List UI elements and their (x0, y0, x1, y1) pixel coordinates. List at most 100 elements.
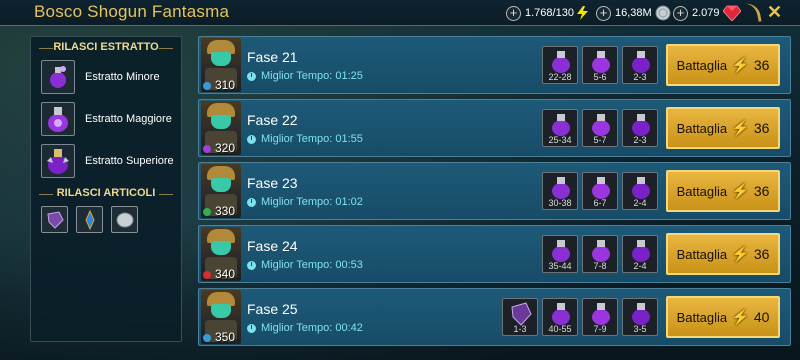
drop-range: 7-9 (593, 324, 607, 334)
silver-value: 16,38M (615, 7, 652, 19)
battle-label: Battaglia (676, 183, 728, 199)
best-time-value: 01:25 (335, 70, 363, 82)
stage-row[interactable]: 320 Fase 22 Miglior Tempo: 01:55 25-34 5-7 2-… (198, 99, 791, 157)
boss-level: 350 (215, 330, 236, 344)
drop-range: 25-34 (548, 135, 572, 145)
battle-button[interactable]: Battaglia ⚡ 36 (666, 107, 780, 149)
extract-label: Estratto Minore (85, 71, 160, 83)
drop-slot[interactable]: 25-34 (542, 109, 578, 147)
best-time: Miglior Tempo: 01:02 (247, 196, 363, 208)
battle-label: Battaglia (676, 120, 728, 136)
gem-value: 2.079 (692, 7, 720, 19)
stage-name: Fase 21 (247, 49, 298, 65)
stage-row[interactable]: 330 Fase 23 Miglior Tempo: 01:02 30-38 6-7 2-… (198, 162, 791, 220)
boss-level: 310 (215, 78, 236, 92)
best-time-value: 00:42 (335, 322, 363, 334)
silver-coin-icon (655, 5, 671, 21)
drop-range: 5-7 (593, 135, 607, 145)
energy-cost: 40 (753, 309, 770, 325)
stage-row[interactable]: 310 Fase 21 Miglior Tempo: 01:25 22-28 5-6 2-… (198, 36, 791, 94)
drop-slot[interactable]: 5-7 (582, 109, 618, 147)
drop-slot[interactable]: 35-44 (542, 235, 578, 273)
drop-range: 30-38 (548, 198, 572, 208)
silver-counter: + 16,38M (596, 3, 671, 23)
battle-button[interactable]: Battaglia ⚡ 40 (666, 296, 780, 338)
add-silver-button[interactable]: + (596, 5, 611, 21)
drop-slot[interactable]: 22-28 (542, 46, 578, 84)
affinity-icon (203, 271, 211, 279)
best-time-label: Miglior Tempo: (261, 133, 333, 145)
drop-slot[interactable]: 2-4 (622, 172, 658, 210)
drop-slot[interactable]: 5-6 (582, 46, 618, 84)
energy-value: 1.768/130 (525, 7, 574, 19)
energy-bolt-icon: ⚡ (731, 57, 750, 74)
extract-label: Estratto Superiore (85, 155, 174, 167)
extract-superior-row[interactable]: Estratto Superiore (41, 143, 181, 179)
drop-range: 5-6 (593, 72, 607, 82)
battle-button[interactable]: Battaglia ⚡ 36 (666, 44, 780, 86)
slot-frame (41, 60, 75, 94)
energy-cost: 36 (753, 120, 770, 136)
close-icon[interactable]: ✕ (767, 2, 782, 23)
drop-range: 7-8 (593, 261, 607, 271)
battle-label: Battaglia (676, 246, 728, 262)
energy-cost: 36 (753, 246, 770, 262)
silver-coin-icon[interactable] (111, 206, 138, 233)
potion-superior-icon (47, 149, 69, 174)
drop-range: 2-3 (633, 72, 647, 82)
drop-slot[interactable]: 30-38 (542, 172, 578, 210)
ring-artifact-icon[interactable] (76, 206, 103, 233)
drop-range: 22-28 (548, 72, 572, 82)
energy-cost: 36 (753, 57, 770, 73)
drop-range: 6-7 (593, 198, 607, 208)
drop-slot[interactable]: 7-8 (582, 235, 618, 273)
best-time-label: Miglior Tempo: (261, 322, 333, 334)
drop-slot[interactable]: 40-55 (542, 298, 578, 336)
drop-slot[interactable]: 6-7 (582, 172, 618, 210)
battle-label: Battaglia (676, 57, 728, 73)
energy-bolt-icon (576, 6, 588, 20)
drop-slot[interactable]: 2-4 (622, 235, 658, 273)
battle-button[interactable]: Battaglia ⚡ 36 (666, 170, 780, 212)
boss-level: 330 (215, 204, 236, 218)
stage-name: Fase 25 (247, 301, 298, 317)
drop-slot[interactable]: 3-5 (622, 298, 658, 336)
best-time: Miglior Tempo: 00:42 (247, 322, 363, 334)
best-time-value: 01:55 (335, 133, 363, 145)
energy-bolt-icon: ⚡ (731, 309, 750, 326)
drop-slot[interactable]: 7-9 (582, 298, 618, 336)
add-energy-button[interactable]: + (506, 5, 521, 21)
stage-row[interactable]: 340 Fase 24 Miglior Tempo: 00:53 35-44 7-8 2-… (198, 225, 791, 283)
energy-bolt-icon: ⚡ (731, 183, 750, 200)
add-gems-button[interactable]: + (673, 5, 688, 21)
energy-counter: + 1.768/130 (506, 3, 588, 23)
energy-cost: 36 (753, 183, 770, 199)
stage-name: Fase 23 (247, 175, 298, 191)
drop-slot[interactable]: 2-3 (622, 46, 658, 84)
clock-icon (247, 134, 256, 144)
affinity-icon (203, 208, 211, 216)
energy-bolt-icon: ⚡ (731, 246, 750, 263)
boss-level: 340 (215, 267, 236, 281)
stage-name: Fase 22 (247, 112, 298, 128)
stage-row[interactable]: 350 Fase 25 Miglior Tempo: 00:42 40-55 7-9 3-… (198, 288, 791, 346)
clock-icon (247, 323, 256, 333)
extract-minor-row[interactable]: Estratto Minore (41, 59, 181, 95)
drop-range: 2-3 (633, 135, 647, 145)
drop-slot[interactable]: 2-3 (622, 109, 658, 147)
best-time-value: 00:53 (335, 259, 363, 271)
drop-range: 2-4 (633, 261, 647, 271)
extract-major-row[interactable]: Estratto Maggiore (41, 101, 181, 137)
gloves-artifact-icon[interactable] (41, 206, 68, 233)
battle-button[interactable]: Battaglia ⚡ 36 (666, 233, 780, 275)
drop-range: 2-4 (633, 198, 647, 208)
best-time-label: Miglior Tempo: (261, 70, 333, 82)
horn-icon[interactable] (740, 1, 762, 25)
potion-large-icon (48, 107, 68, 132)
affinity-icon (203, 334, 211, 342)
drops-panel: RILASCI ESTRATTO Estratto Minore Estratt… (30, 36, 182, 342)
best-time: Miglior Tempo: 01:25 (247, 70, 363, 82)
extract-label: Estratto Maggiore (85, 113, 172, 125)
drop-slot[interactable]: 1-3 (502, 298, 538, 336)
gem-counter: + 2.079 (673, 3, 741, 23)
